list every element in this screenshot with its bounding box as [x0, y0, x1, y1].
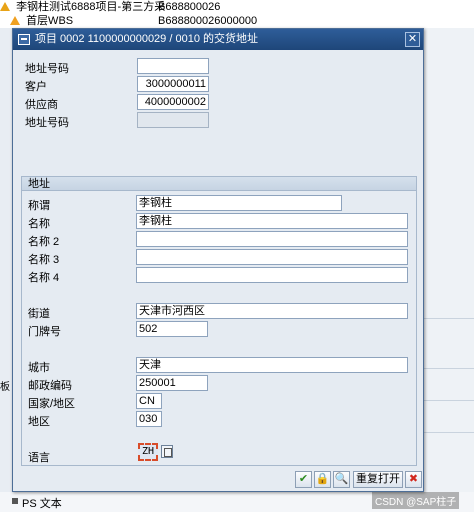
- vendor-label: 供应商: [25, 99, 58, 111]
- delivery-address-dialog: 项目 0002 1100000000029 / 0010 的交货地址 ✕ 地址号…: [12, 28, 424, 492]
- title-input[interactable]: 李钢柱: [136, 195, 342, 211]
- language-label: 语言: [28, 452, 50, 464]
- side-label: 板: [0, 382, 10, 393]
- name-4-label: 名称 4: [28, 272, 60, 284]
- tree-row[interactable]: 李钢柱测试6888项目-第三方采 B688800026: [0, 0, 220, 14]
- vendor-input[interactable]: 4000000002: [137, 94, 209, 110]
- name-4-input[interactable]: [136, 267, 408, 283]
- city-label: 城市: [28, 362, 50, 374]
- title-label: 称谓: [28, 200, 50, 212]
- city-input[interactable]: 天津: [136, 357, 408, 373]
- dialog-titlebar[interactable]: 项目 0002 1100000000029 / 0010 的交货地址 ✕: [13, 29, 423, 50]
- country-input[interactable]: CN: [136, 393, 162, 409]
- find-button[interactable]: 🔍: [333, 471, 350, 488]
- confirm-button[interactable]: ✔: [295, 471, 312, 488]
- cancel-button[interactable]: ✖: [405, 471, 422, 488]
- wbs-icon: [10, 16, 20, 25]
- tree-row-label: 首层WBS: [26, 15, 74, 27]
- address-group-header: 地址: [22, 177, 416, 191]
- tree-row-code: B688800026000000: [158, 15, 258, 27]
- project-icon: [0, 2, 10, 11]
- region-input[interactable]: 030: [136, 411, 162, 427]
- dialog-content: 地址号码 客户 3000000011 供应商 4000000002 地址号码 地…: [15, 51, 421, 466]
- value-help-icon[interactable]: [161, 445, 173, 458]
- right-panel-strip: [424, 28, 474, 512]
- name-2-input[interactable]: [136, 231, 408, 247]
- name-input[interactable]: 李钢柱: [136, 213, 408, 229]
- name-3-input[interactable]: [136, 249, 408, 265]
- street-label: 街道: [28, 308, 50, 320]
- tree-row[interactable]: 首层WBS B688800026000000: [10, 14, 257, 28]
- ps-text-item[interactable]: PS 文本: [22, 495, 62, 511]
- name-3-label: 名称 3: [28, 254, 60, 266]
- dialog-title: 项目 0002 1100000000029 / 0010 的交货地址: [35, 33, 258, 45]
- tree-row-label: 李钢柱测试6888项目-第三方采: [16, 1, 166, 13]
- region-label: 地区: [28, 416, 50, 428]
- address-number-input[interactable]: [137, 58, 209, 74]
- tree-row-code: B688800026: [158, 1, 221, 13]
- language-input[interactable]: ZH: [138, 443, 158, 461]
- close-button[interactable]: ✕: [405, 32, 420, 47]
- postal-code-label: 邮政编码: [28, 380, 72, 392]
- customer-label: 客户: [25, 81, 47, 93]
- name-2-label: 名称 2: [28, 236, 60, 248]
- dialog-footer: ✔ 🔒 🔍 重复打开 ✖: [13, 469, 423, 491]
- address-group: 地址 称谓 李钢柱 名称 李钢柱 名称 2 名称 3 名称 4 街道 天津市河西…: [21, 176, 417, 466]
- customer-input[interactable]: 3000000011: [137, 76, 209, 92]
- house-number-label: 门牌号: [28, 326, 61, 338]
- reopen-button[interactable]: 重复打开: [353, 471, 403, 488]
- country-label: 国家/地区: [28, 398, 76, 410]
- text-icon: [12, 498, 18, 504]
- street-input[interactable]: 天津市河西区: [136, 303, 408, 319]
- address-number-label: 地址号码: [25, 63, 69, 75]
- watermark: CSDN @SAP柱子: [372, 492, 460, 509]
- name-label: 名称: [28, 218, 50, 230]
- address-number-2-label: 地址号码: [25, 117, 69, 129]
- postal-code-input[interactable]: 250001: [136, 375, 208, 391]
- lock-button[interactable]: 🔒: [314, 471, 331, 488]
- address-number-2-display: [137, 112, 209, 128]
- house-number-input[interactable]: 502: [136, 321, 208, 337]
- window-icon: [18, 34, 30, 45]
